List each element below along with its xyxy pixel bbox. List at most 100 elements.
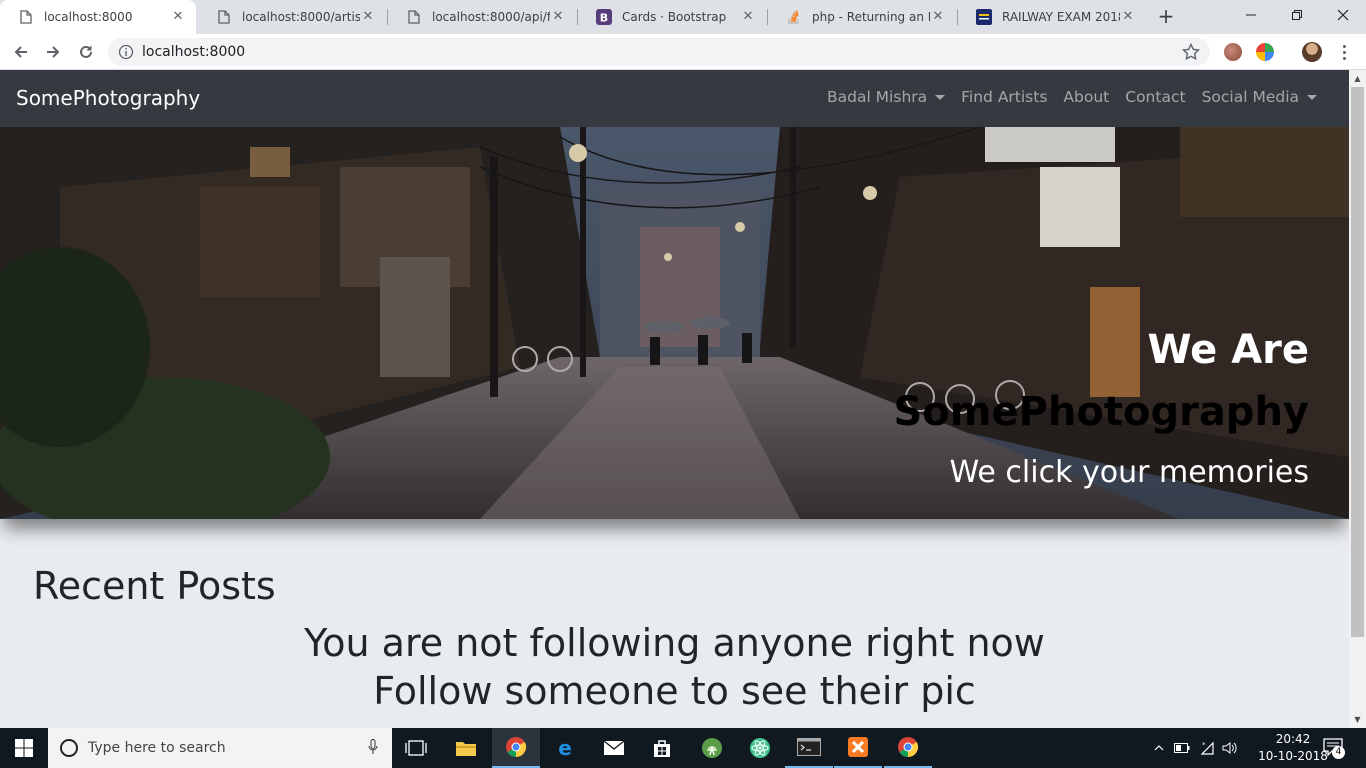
terminal-button[interactable] (785, 728, 833, 768)
close-window-button[interactable] (1320, 0, 1366, 30)
scrollbar-thumb[interactable] (1351, 87, 1364, 637)
android-studio-button[interactable] (688, 728, 736, 768)
browser-menu-button[interactable] (1334, 42, 1354, 62)
restore-icon (1292, 10, 1302, 20)
close-icon (1337, 9, 1349, 21)
exam-site-icon (976, 9, 992, 25)
xampp-button[interactable] (834, 728, 882, 768)
url-text: localhost:8000 (142, 44, 246, 60)
chrome-taskbar-button[interactable] (492, 728, 540, 768)
bootstrap-icon: B (596, 9, 612, 25)
social-media-dropdown[interactable]: Social Media (1194, 88, 1325, 106)
tab-title: Cards · Bootstrap (622, 10, 727, 24)
tab-api-follow[interactable]: localhost:8000/api/follo ✕ (388, 0, 576, 34)
close-icon[interactable]: ✕ (930, 9, 946, 25)
taskbar-clock[interactable]: 20:42 10-10-2018 (1254, 731, 1332, 765)
forward-button[interactable] (40, 39, 66, 65)
caret-down-icon (1307, 94, 1317, 100)
tab-stackoverflow[interactable]: php - Returning an Eloq ✕ (768, 0, 956, 34)
tab-title: localhost:8000 (44, 10, 133, 24)
recent-posts-heading: Recent Posts (33, 564, 276, 608)
social-media-label: Social Media (1201, 88, 1299, 106)
scroll-down-icon[interactable]: ▼ (1349, 711, 1366, 728)
reload-button[interactable] (73, 39, 99, 65)
nav-contact[interactable]: Contact (1117, 88, 1193, 106)
back-button[interactable] (8, 39, 34, 65)
page-icon (406, 9, 422, 25)
new-tab-button[interactable]: + (1154, 5, 1178, 29)
close-icon[interactable]: ✕ (360, 9, 376, 25)
empty-feed-line-1: You are not following anyone right now (304, 621, 1045, 665)
start-button[interactable] (0, 728, 48, 768)
close-icon[interactable]: ✕ (740, 9, 756, 25)
file-explorer-button[interactable] (442, 728, 490, 768)
task-view-icon (405, 740, 427, 756)
page-icon (18, 9, 34, 25)
chrome-icon (506, 737, 527, 758)
store-button[interactable] (638, 728, 686, 768)
windows-taskbar: Type here to search e * 20:42 10-10-2018… (0, 728, 1366, 768)
show-hidden-icons-button[interactable] (1150, 728, 1168, 768)
nav-links: Badal Mishra Find Artists About Contact … (819, 88, 1325, 106)
chrome-icon (898, 737, 919, 758)
site-brand[interactable]: SomePhotography (16, 86, 200, 110)
clock-time: 20:42 (1275, 732, 1311, 746)
tab-localhost[interactable]: localhost:8000 ✕ (0, 0, 196, 34)
extension-icon[interactable] (1224, 43, 1242, 61)
minimize-icon (1246, 14, 1256, 16)
svg-text:e: e (558, 737, 572, 759)
tab-artists[interactable]: localhost:8000/artists/1 ✕ (198, 0, 386, 34)
hero-banner: We Are SomePhotography We click your mem… (0, 127, 1349, 519)
minimize-button[interactable] (1228, 0, 1274, 30)
tab-title: php - Returning an Eloq (812, 10, 930, 24)
user-dropdown[interactable]: Badal Mishra (819, 88, 953, 106)
battery-button[interactable] (1172, 728, 1192, 768)
reload-icon (80, 45, 92, 58)
info-icon (118, 44, 134, 60)
extension-icon[interactable] (1256, 43, 1274, 61)
windows-logo-icon (15, 739, 33, 757)
tab-railway-exam[interactable]: RAILWAY EXAM 2018. L ✕ (958, 0, 1146, 34)
chrome-taskbar-button-2[interactable] (884, 728, 932, 768)
caret-down-icon (935, 94, 946, 100)
edge-button[interactable]: e (541, 728, 589, 768)
nav-about[interactable]: About (1055, 88, 1117, 106)
nav-find-artists[interactable]: Find Artists (953, 88, 1055, 106)
mail-button[interactable] (590, 728, 638, 768)
close-icon[interactable]: ✕ (1120, 9, 1136, 25)
tab-bootstrap-cards[interactable]: B Cards · Bootstrap ✕ (578, 0, 766, 34)
android-studio-icon (702, 738, 722, 758)
cortana-icon (60, 739, 78, 757)
volume-button[interactable] (1220, 728, 1240, 768)
notification-count-badge: 4 (1332, 746, 1345, 759)
empty-feed-line-2: Follow someone to see their pic (373, 669, 976, 713)
page-scrollbar[interactable]: ▲ ▼ (1349, 70, 1366, 728)
svg-text:*: * (1202, 741, 1206, 749)
tab-title: RAILWAY EXAM 2018. L (1002, 10, 1120, 24)
browser-tab-strip: localhost:8000 ✕ localhost:8000/artists/… (0, 0, 1366, 34)
taskbar-search[interactable]: Type here to search (48, 728, 392, 768)
site-navbar: SomePhotography Badal Mishra Find Artist… (0, 70, 1349, 127)
close-icon[interactable]: ✕ (550, 9, 566, 25)
svg-text:B: B (600, 12, 608, 25)
chevron-up-icon (1154, 745, 1164, 751)
hero-title: We Are (1147, 327, 1309, 373)
back-arrow-icon (14, 46, 27, 58)
battery-icon (1174, 743, 1190, 753)
hero-title-brand: SomePhotography (893, 389, 1309, 435)
restore-button[interactable] (1274, 0, 1320, 30)
task-view-button[interactable] (392, 728, 440, 768)
atom-icon (750, 738, 770, 758)
clock-date: 10-10-2018 (1258, 749, 1328, 763)
tab-title: localhost:8000/artists/1 (242, 10, 360, 24)
profile-avatar[interactable] (1302, 42, 1322, 62)
wifi-button[interactable]: * (1196, 728, 1218, 768)
user-name: Badal Mishra (826, 88, 928, 106)
scroll-up-icon[interactable]: ▲ (1349, 70, 1366, 87)
search-placeholder: Type here to search (88, 740, 226, 756)
address-bar[interactable]: localhost:8000 (108, 38, 1210, 66)
close-icon[interactable]: ✕ (170, 9, 186, 25)
terminal-icon (797, 738, 821, 756)
forward-arrow-icon (47, 46, 60, 58)
atom-button[interactable] (736, 728, 784, 768)
